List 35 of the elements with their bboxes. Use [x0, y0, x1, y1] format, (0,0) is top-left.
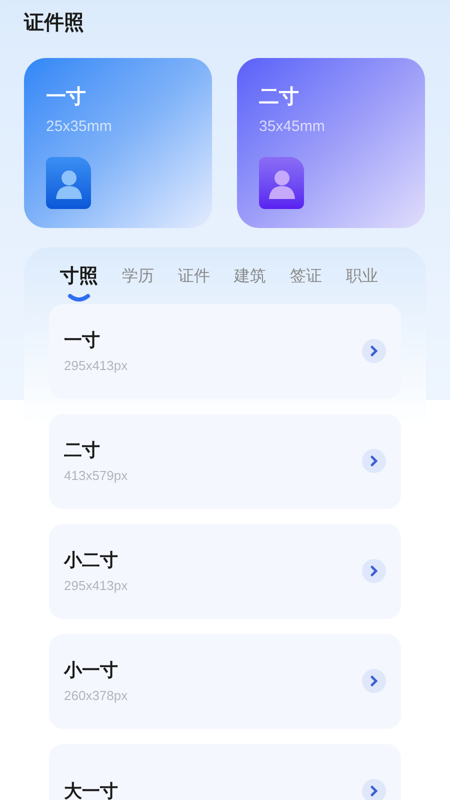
category-tab[interactable]: 证件: [178, 263, 210, 289]
tab-indicator-icon: [68, 294, 90, 302]
size-pixels: 295x413px: [64, 356, 128, 375]
chevron-right-icon: [362, 779, 386, 800]
card-size: 35x45mm: [259, 117, 325, 137]
category-tab[interactable]: 签证: [290, 263, 322, 289]
chevron-right-icon: [362, 449, 386, 473]
chevron-right-icon: [362, 559, 386, 583]
category-tab[interactable]: 学历: [122, 263, 154, 289]
size-row[interactable]: 小二寸 295x413px: [49, 524, 401, 618]
chevron-right-icon: [362, 669, 386, 693]
size-card[interactable]: 一寸 25x35mm: [24, 58, 212, 228]
size-name: 二寸: [64, 438, 100, 462]
size-pixels: 260x378px: [64, 686, 128, 705]
person-id-icon: [46, 156, 91, 208]
card-title: 一寸: [46, 85, 86, 110]
size-pixels: 413x579px: [64, 466, 128, 485]
category-tab[interactable]: 建筑: [234, 263, 266, 289]
size-row[interactable]: 一寸 295x413px: [49, 304, 401, 398]
chevron-right-icon: [362, 339, 386, 363]
category-tab[interactable]: 寸照: [60, 263, 98, 302]
card-title: 二寸: [259, 85, 299, 110]
size-name: 一寸: [64, 328, 100, 352]
size-row[interactable]: 大一寸: [49, 744, 401, 800]
page-title: 证件照: [24, 11, 84, 36]
size-name: 小一寸: [64, 658, 118, 682]
size-row[interactable]: 小一寸 260x378px: [49, 634, 401, 728]
card-size: 25x35mm: [46, 117, 112, 137]
person-id-icon: [259, 156, 304, 208]
category-tab[interactable]: 职业: [346, 263, 378, 289]
size-name: 小二寸: [64, 548, 118, 572]
size-pixels: 295x413px: [64, 576, 128, 595]
size-row[interactable]: 二寸 413x579px: [49, 414, 401, 508]
size-card[interactable]: 二寸 35x45mm: [237, 58, 425, 228]
size-name: 大一寸: [64, 780, 118, 800]
